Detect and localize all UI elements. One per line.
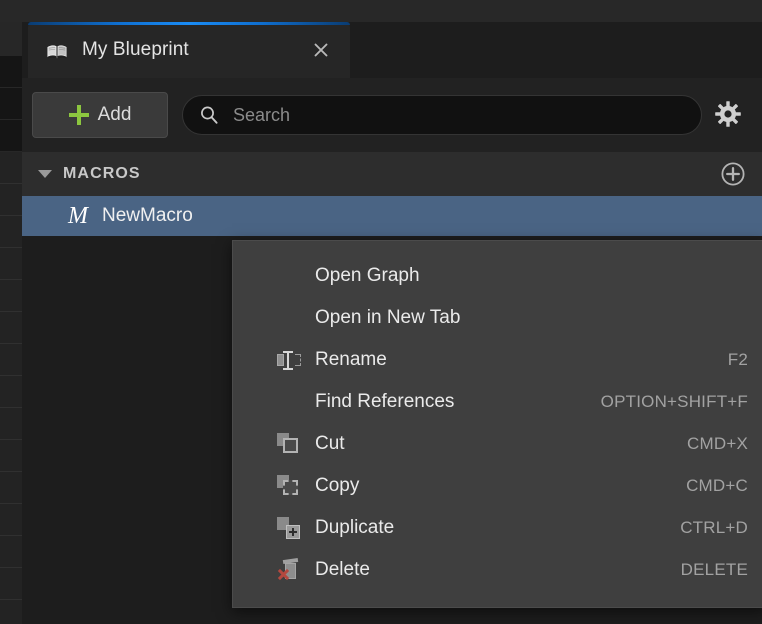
menu-item-icon-placeholder — [277, 390, 301, 414]
background-list-row — [0, 152, 22, 184]
background-list-row — [0, 248, 22, 280]
menu-item-label: Rename — [315, 349, 387, 371]
menu-item-duplicate[interactable]: Duplicate CTRL+D — [233, 507, 762, 549]
background-list-row — [0, 600, 22, 624]
menu-item-label: Copy — [315, 475, 359, 497]
background-list-row — [0, 472, 22, 504]
menu-item-shortcut: CTRL+D — [680, 518, 748, 538]
delete-icon — [277, 558, 301, 582]
plus-icon — [69, 105, 89, 125]
section-header-macros[interactable]: MACROS — [22, 152, 762, 196]
close-icon[interactable] — [312, 41, 330, 59]
search-icon — [199, 105, 219, 125]
background-list-row — [0, 376, 22, 408]
circle-plus-icon[interactable] — [720, 161, 746, 187]
tab-title: My Blueprint — [82, 39, 189, 61]
background-list-row — [0, 408, 22, 440]
menu-item-delete[interactable]: Delete DELETE — [233, 549, 762, 591]
menu-item-shortcut: DELETE — [681, 560, 748, 580]
menu-item-shortcut: CMD+X — [687, 434, 748, 454]
app-window: My Blueprint Add — [0, 0, 762, 624]
gear-icon[interactable] — [714, 100, 744, 130]
macro-m-icon: M — [66, 204, 90, 228]
tab-active-accent — [28, 22, 350, 25]
menu-item-label: Find References — [315, 391, 454, 413]
background-list-row — [0, 312, 22, 344]
background-list-row — [0, 536, 22, 568]
background-list-row — [0, 344, 22, 376]
context-menu: Open Graph Open in New Tab Rename F2 Fin… — [232, 240, 762, 608]
menu-item-label: Cut — [315, 433, 345, 455]
menu-item-cut[interactable]: Cut CMD+X — [233, 423, 762, 465]
menu-item-shortcut: F2 — [728, 350, 748, 370]
window-top-bar — [0, 0, 762, 22]
search-input[interactable] — [231, 104, 685, 127]
section-title: MACROS — [63, 165, 141, 183]
rename-icon — [277, 350, 301, 370]
book-icon — [46, 40, 68, 62]
menu-item-shortcut: CMD+C — [686, 476, 748, 496]
copy-icon — [277, 474, 301, 498]
tab-strip: My Blueprint — [22, 22, 762, 78]
search-box[interactable] — [182, 95, 702, 135]
menu-item-label: Open in New Tab — [315, 307, 460, 329]
menu-item-shortcut: OPTION+SHIFT+F — [601, 392, 748, 412]
tree-item-newmacro[interactable]: M NewMacro — [22, 196, 762, 236]
menu-item-label: Open Graph — [315, 265, 420, 287]
add-button[interactable]: Add — [32, 92, 168, 138]
tree-item-label: NewMacro — [102, 205, 193, 227]
chevron-down-icon[interactable] — [38, 170, 52, 178]
menu-item-label: Duplicate — [315, 517, 394, 539]
menu-item-open-in-new-tab[interactable]: Open in New Tab — [233, 297, 762, 339]
background-list-row — [0, 88, 22, 120]
duplicate-icon — [277, 516, 301, 540]
background-list-row — [0, 568, 22, 600]
background-list-row — [0, 504, 22, 536]
menu-item-copy[interactable]: Copy CMD+C — [233, 465, 762, 507]
menu-item-icon-placeholder — [277, 306, 301, 330]
background-list-row — [0, 120, 22, 152]
cut-icon — [277, 432, 301, 456]
menu-item-rename[interactable]: Rename F2 — [233, 339, 762, 381]
menu-item-find-references[interactable]: Find References OPTION+SHIFT+F — [233, 381, 762, 423]
background-list-strip — [0, 56, 22, 624]
menu-item-icon-placeholder — [277, 264, 301, 288]
background-list-row — [0, 216, 22, 248]
menu-item-label: Delete — [315, 559, 370, 581]
background-list-row — [0, 280, 22, 312]
background-list-row — [0, 184, 22, 216]
panel-toolbar: Add — [22, 78, 762, 152]
background-list-row — [0, 440, 22, 472]
tab-my-blueprint[interactable]: My Blueprint — [28, 22, 350, 78]
background-list-row — [0, 56, 22, 88]
menu-item-open-graph[interactable]: Open Graph — [233, 255, 762, 297]
add-button-label: Add — [98, 104, 132, 126]
